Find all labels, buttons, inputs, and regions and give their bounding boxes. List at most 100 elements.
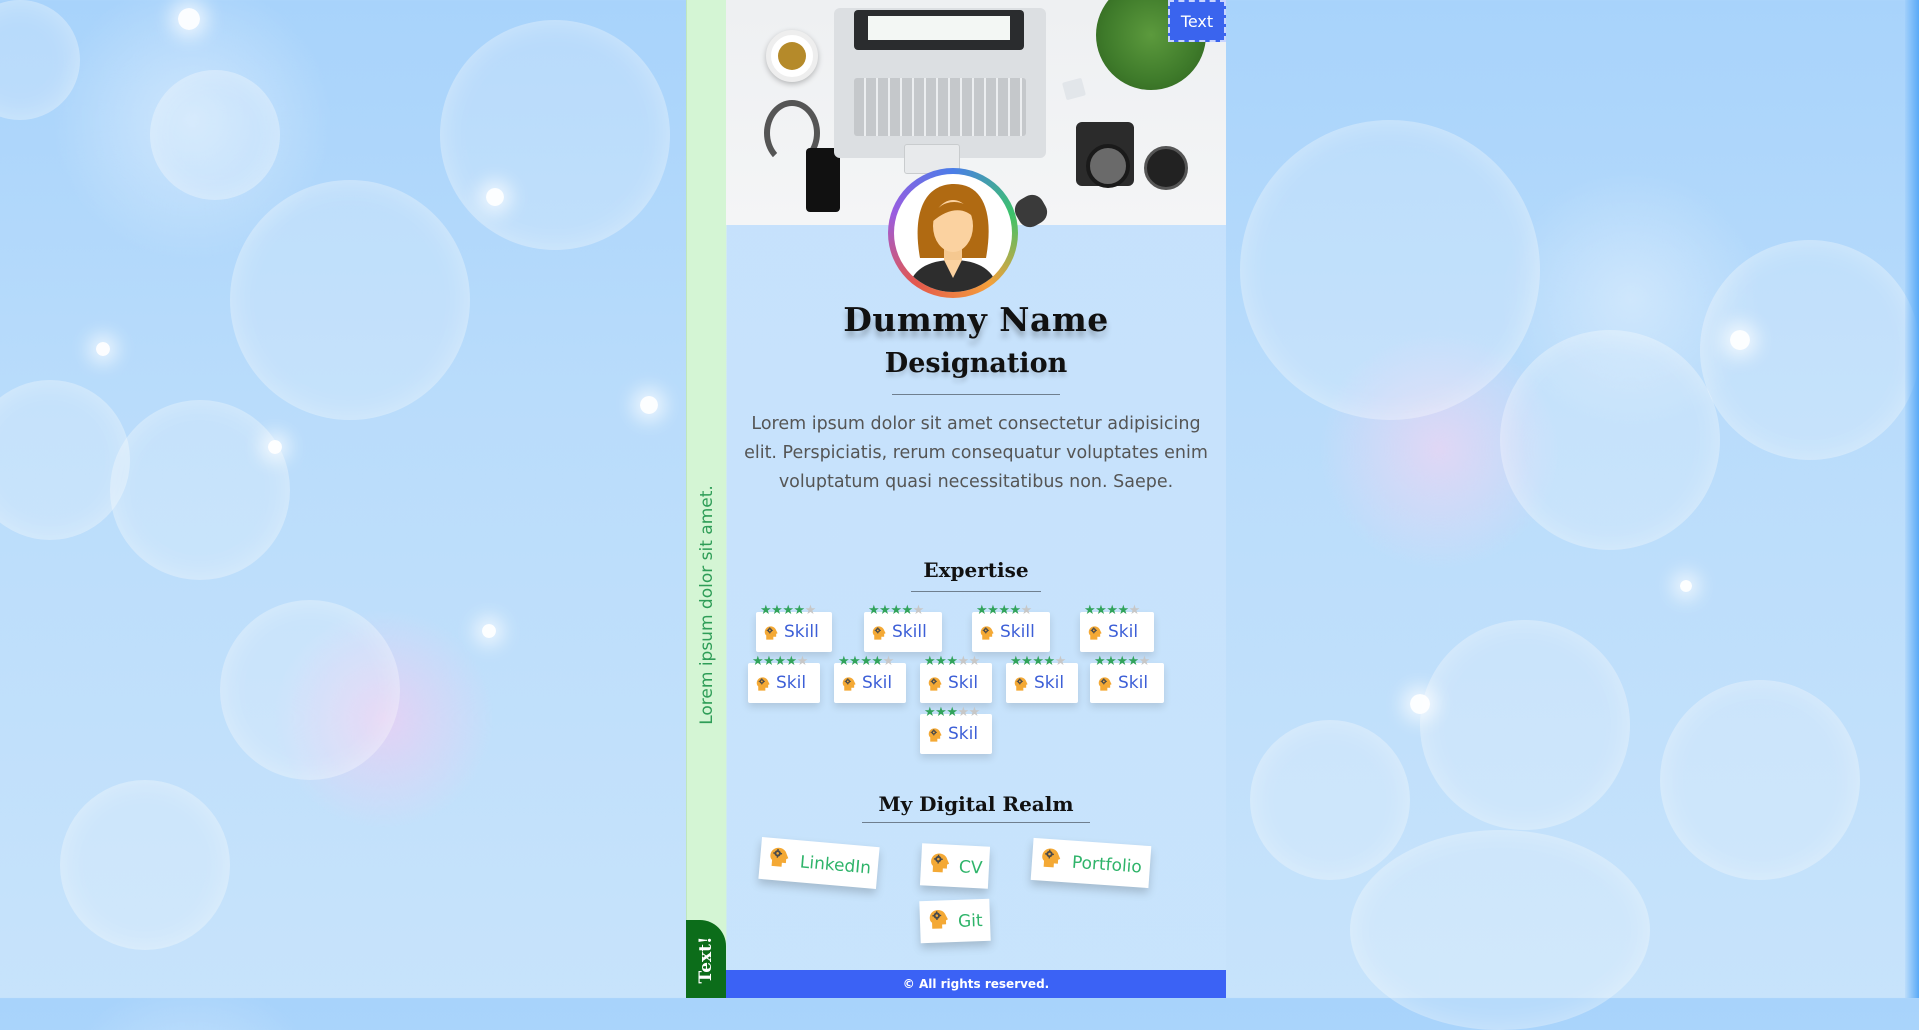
skill-chip[interactable]: ★★★★★ Skil (920, 653, 992, 703)
star-filled-icon: ★ (1106, 602, 1118, 617)
star-filled-icon: ★ (1117, 602, 1129, 617)
star-empty-icon: ★ (957, 653, 969, 668)
star-empty-icon: ★ (1128, 602, 1141, 617)
realm-title: My Digital Realm (878, 792, 1074, 816)
head-gear-icon (1037, 844, 1063, 875)
star-empty-icon: ★ (957, 704, 969, 719)
side-vertical-text: Lorem ipsum dolor sit amet. (697, 485, 717, 725)
skill-label: Skill (892, 622, 927, 642)
star-filled-icon: ★ (752, 653, 764, 668)
skill-label: Skil (1034, 673, 1065, 693)
star-empty-icon: ★ (1138, 653, 1151, 668)
star-rating: ★★★★★ (924, 653, 980, 669)
star-empty-icon: ★ (796, 653, 809, 668)
star-filled-icon: ★ (868, 602, 880, 617)
head-gear-icon (1086, 624, 1103, 646)
star-filled-icon: ★ (838, 653, 850, 668)
link-portfolio[interactable]: Portfolio (1030, 837, 1152, 889)
skill-chip[interactable]: ★★★★★ Skil (1090, 653, 1164, 703)
star-filled-icon: ★ (1010, 653, 1022, 668)
star-empty-icon: ★ (968, 653, 981, 668)
skill-chip[interactable]: ★★★★★ Skill (864, 602, 942, 652)
footer: © All rights reserved. (726, 970, 1226, 998)
star-filled-icon: ★ (871, 653, 883, 668)
star-filled-icon: ★ (1084, 602, 1096, 617)
head-gear-icon (925, 906, 950, 936)
star-filled-icon: ★ (890, 602, 902, 617)
skill-chip[interactable]: ★★★★★ Skil (834, 653, 906, 703)
head-gear-icon (926, 850, 951, 880)
star-empty-icon: ★ (968, 704, 981, 719)
link-cv[interactable]: CV (919, 843, 991, 889)
star-rating: ★★★★★ (1084, 602, 1140, 618)
skill-chip[interactable]: ★★★★★ Skil (1080, 602, 1154, 652)
skill-chip[interactable]: ★★★★★ Skil (1006, 653, 1078, 703)
star-filled-icon: ★ (946, 704, 958, 719)
link-label: Portfolio (1071, 852, 1143, 878)
link-label: CV (958, 857, 983, 879)
star-filled-icon: ★ (1105, 653, 1117, 668)
profile-name: Dummy Name (843, 300, 1109, 339)
skill-label: Skil (1118, 673, 1149, 693)
skill-chip[interactable]: ★★★★★ Skill (972, 602, 1050, 652)
star-filled-icon: ★ (782, 602, 794, 617)
skill-chip[interactable]: ★★★★★ Skil (748, 653, 820, 703)
star-filled-icon: ★ (860, 653, 872, 668)
star-empty-icon: ★ (804, 602, 817, 617)
star-filled-icon: ★ (774, 653, 786, 668)
side-badge-label: Text! (696, 936, 716, 984)
avatar-ring (888, 168, 1018, 298)
star-filled-icon: ★ (924, 653, 936, 668)
star-filled-icon: ★ (1032, 653, 1044, 668)
avatar (894, 174, 1012, 292)
star-rating: ★★★★★ (752, 653, 808, 669)
star-empty-icon: ★ (1054, 653, 1067, 668)
star-filled-icon: ★ (1095, 602, 1107, 617)
star-filled-icon: ★ (1116, 653, 1128, 668)
link-linkedin[interactable]: LinkedIn (758, 836, 880, 890)
skill-label: Skill (784, 622, 819, 642)
link-git[interactable]: Git (919, 898, 991, 944)
head-gear-icon (926, 675, 943, 697)
star-filled-icon: ★ (879, 602, 891, 617)
star-filled-icon: ★ (785, 653, 797, 668)
star-rating: ★★★★★ (1010, 653, 1066, 669)
profile-bio: Lorem ipsum dolor sit amet consectetur a… (744, 414, 1208, 492)
star-empty-icon: ★ (1020, 602, 1033, 617)
star-filled-icon: ★ (946, 653, 958, 668)
text-button[interactable]: Text (1168, 0, 1226, 42)
star-rating: ★★★★★ (838, 653, 894, 669)
skill-label: Skil (862, 673, 893, 693)
star-filled-icon: ★ (763, 653, 775, 668)
skill-label: Skil (948, 673, 979, 693)
star-rating: ★★★★★ (924, 704, 980, 720)
head-gear-icon (840, 675, 857, 697)
star-rating: ★★★★★ (868, 602, 924, 618)
star-filled-icon: ★ (901, 602, 913, 617)
star-filled-icon: ★ (771, 602, 783, 617)
star-filled-icon: ★ (793, 602, 805, 617)
skill-label: Skill (1000, 622, 1035, 642)
link-label: Git (957, 911, 983, 932)
star-filled-icon: ★ (935, 653, 947, 668)
star-empty-icon: ★ (882, 653, 895, 668)
divider (892, 394, 1060, 395)
star-empty-icon: ★ (912, 602, 925, 617)
head-gear-icon (754, 675, 771, 697)
star-filled-icon: ★ (998, 602, 1010, 617)
head-gear-icon (870, 624, 887, 646)
link-label: LinkedIn (799, 852, 872, 879)
skill-chip[interactable]: ★★★★★ Skill (756, 602, 832, 652)
side-badge[interactable]: Text! (686, 920, 726, 998)
star-filled-icon: ★ (1009, 602, 1021, 617)
skill-chip[interactable]: ★★★★★ Skil (920, 704, 992, 754)
profile-designation: Designation (884, 348, 1068, 379)
star-filled-icon: ★ (976, 602, 988, 617)
profile-card: Text Dummy Name Designation Lorem ipsum … (726, 0, 1226, 998)
star-filled-icon: ★ (924, 704, 936, 719)
skill-label: Skil (1108, 622, 1139, 642)
star-filled-icon: ★ (1043, 653, 1055, 668)
star-rating: ★★★★★ (760, 602, 816, 618)
star-filled-icon: ★ (1127, 653, 1139, 668)
star-filled-icon: ★ (760, 602, 772, 617)
